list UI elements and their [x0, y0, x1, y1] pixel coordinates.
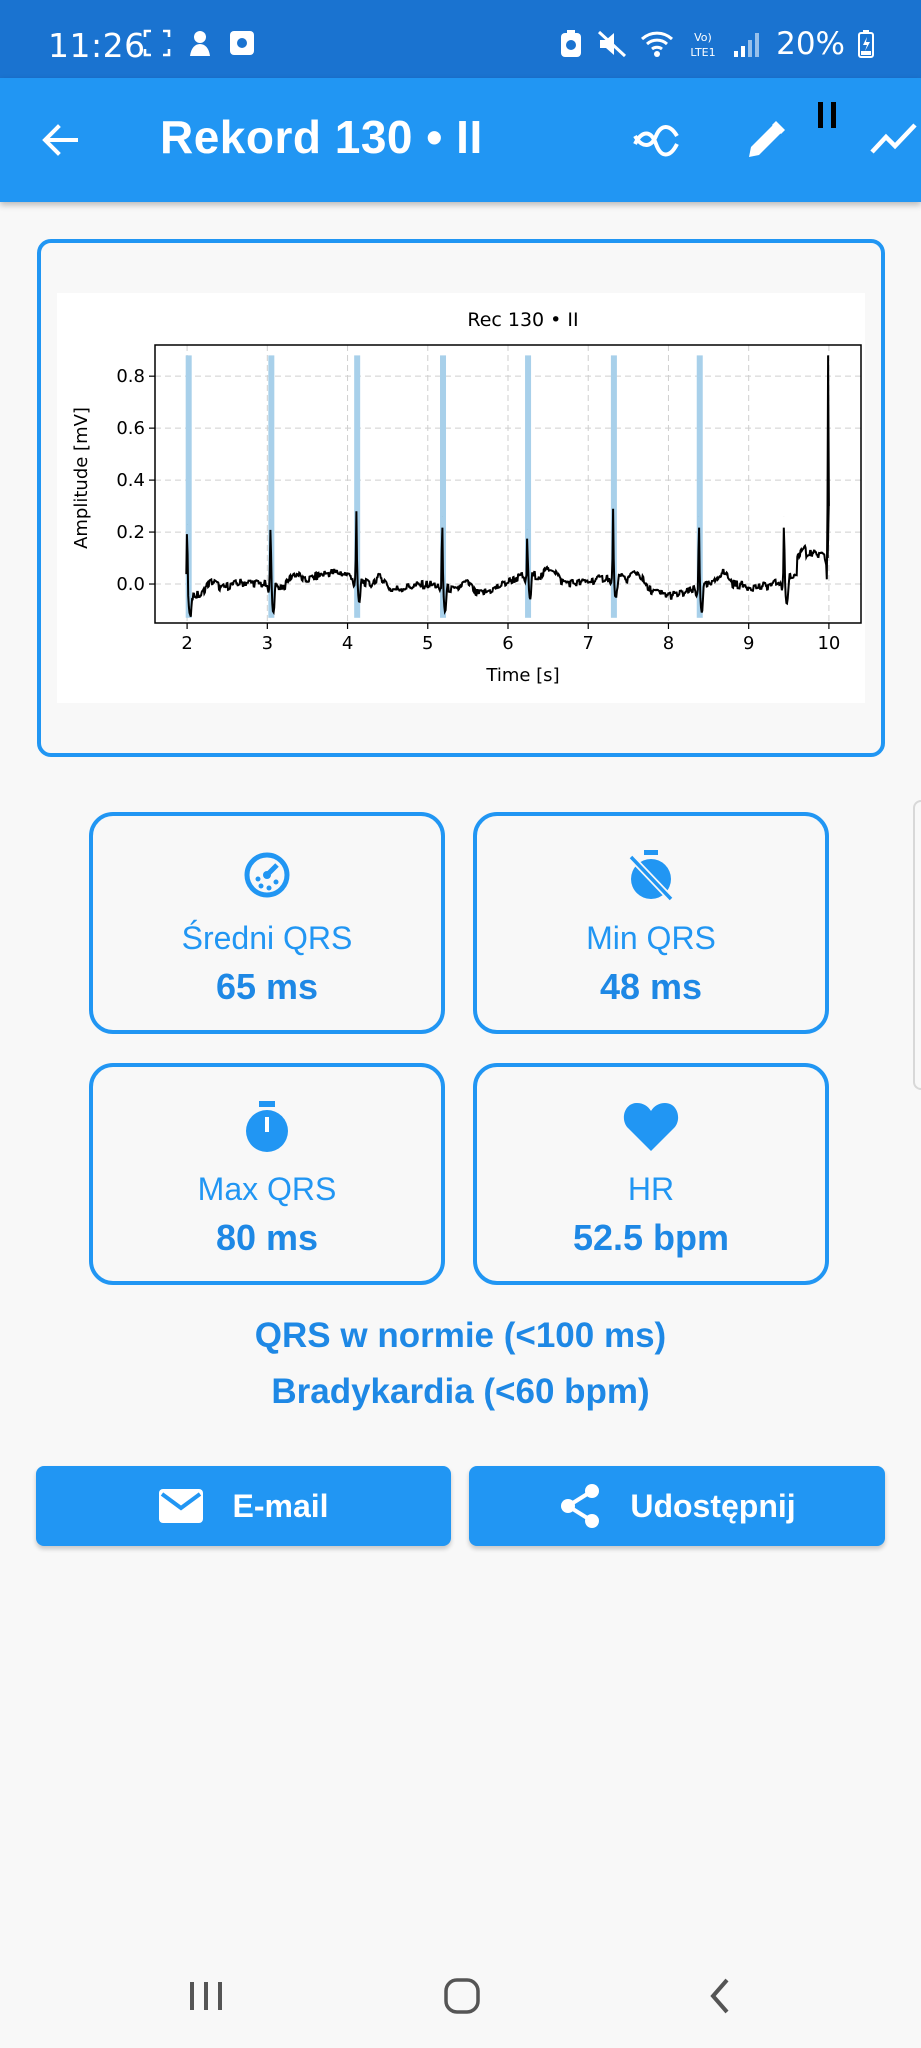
- plot-area: 2 3 4 5 6 7 8 9 10 0.0 0.2 0.4 0.6 0.8: [116, 344, 862, 654]
- stat-label: Max QRS: [197, 1171, 337, 1207]
- y-tick-label: 0.4: [116, 470, 145, 491]
- stat-label: HR: [627, 1171, 675, 1207]
- trend-line-icon: [870, 123, 917, 154]
- wifi-icon: [641, 31, 674, 57]
- status-bar: 11:26 Vo) LTE1 20%: [0, 0, 921, 78]
- email-button-label: E-mail: [232, 1487, 329, 1524]
- stat-value: 80 ms: [215, 1217, 319, 1258]
- app-square-icon: [230, 31, 254, 55]
- mute-icon: [598, 30, 627, 58]
- crossed-lines-icon: [633, 125, 679, 157]
- x-tick-label: 2: [181, 633, 192, 654]
- recents-icon: [190, 1982, 222, 2010]
- timer-off-icon: [628, 850, 674, 902]
- pause-icon: [818, 102, 836, 128]
- share-button[interactable]: Udostępnij: [469, 1466, 885, 1546]
- navigation-bar: [0, 1944, 921, 2048]
- mail-icon: [159, 1489, 204, 1523]
- x-tick-label: 6: [502, 633, 513, 654]
- stat-card-min-qrs: Min QRS 48 ms: [473, 812, 829, 1034]
- battery-charging-icon: [858, 30, 874, 58]
- system-back-button[interactable]: [690, 1966, 750, 2026]
- status-right: Vo) LTE1 20%: [558, 26, 875, 62]
- svg-text:LTE1: LTE1: [690, 46, 715, 59]
- stat-value: 65 ms: [215, 966, 319, 1007]
- edge-panel-handle[interactable]: [913, 800, 921, 1090]
- svg-text:Vo): Vo): [694, 31, 712, 44]
- chart-xlabel: Time [s]: [485, 665, 559, 686]
- compare-button[interactable]: [630, 114, 682, 166]
- share-button-label: Udostępnij: [630, 1487, 796, 1524]
- hr-summary: Bradykardia (<60 bpm): [271, 1372, 650, 1411]
- x-tick-label: 3: [262, 633, 273, 654]
- stat-value: 52.5 bpm: [572, 1217, 730, 1258]
- app-notification-icon: [190, 31, 210, 56]
- stat-value: 48 ms: [599, 966, 703, 1007]
- stat-card-avg-qrs: Średni QRS 65 ms: [89, 812, 445, 1034]
- screenshot-icon: [143, 29, 171, 57]
- x-tick-label: 5: [422, 633, 433, 654]
- y-tick-label: 0.0: [116, 574, 145, 595]
- home-button[interactable]: [432, 1966, 492, 2026]
- x-tick-label: 4: [342, 633, 353, 654]
- chevron-back-icon: [710, 1978, 729, 2014]
- y-tick-label: 0.6: [116, 418, 145, 439]
- status-left-icons: [142, 28, 256, 58]
- pause-button[interactable]: [802, 90, 854, 142]
- y-tick-label: 0.2: [116, 522, 145, 543]
- y-tick-label: 0.8: [116, 366, 145, 387]
- gauge-timer-icon: [244, 852, 290, 898]
- x-tick-label: 8: [663, 633, 674, 654]
- timer-icon: [246, 1101, 288, 1152]
- chart-ylabel: Amplitude [mV]: [71, 407, 92, 549]
- recents-button[interactable]: [176, 1966, 236, 2026]
- chart-card: Rec 130 • II Time [s] Amplitude [mV] 2 3 4…: [37, 239, 885, 757]
- x-tick-label: 10: [817, 633, 840, 654]
- battery-percentage: 20%: [776, 26, 845, 62]
- signal-icon: [734, 33, 760, 57]
- email-button[interactable]: E-mail: [36, 1466, 451, 1546]
- stat-label: Min QRS: [586, 920, 716, 956]
- back-arrow-icon: [42, 124, 78, 156]
- x-tick-label: 9: [743, 633, 754, 654]
- stat-card-max-qrs: Max QRS 80 ms: [89, 1063, 445, 1285]
- page-title: Rekord 130 • II: [160, 111, 483, 163]
- chart-title: Rec 130 • II: [467, 309, 578, 331]
- back-button[interactable]: [34, 114, 86, 166]
- volte-icon: Vo) LTE1: [690, 31, 715, 59]
- home-icon: [444, 1978, 480, 2014]
- battery-saver-icon: [561, 30, 582, 57]
- stat-card-hr: HR 52.5 bpm: [473, 1063, 829, 1285]
- trend-button[interactable]: [868, 114, 920, 166]
- app-bar: Rekord 130 • II: [0, 78, 921, 202]
- ecg-chart: Rec 130 • II Time [s] Amplitude [mV] 2 3 4…: [57, 293, 865, 703]
- ecg-chart-svg: Rec 130 • II Time [s] Amplitude [mV] 2 3 4…: [71, 309, 862, 686]
- pencil-icon: [749, 121, 785, 157]
- x-tick-label: 7: [583, 633, 594, 654]
- qrs-summary: QRS w normie (<100 ms): [254, 1316, 667, 1355]
- stat-label: Średni QRS: [181, 920, 353, 956]
- status-time: 11:26: [48, 26, 146, 65]
- heart-icon: [623, 1103, 679, 1151]
- edit-button[interactable]: [740, 114, 792, 166]
- share-icon: [561, 1484, 600, 1528]
